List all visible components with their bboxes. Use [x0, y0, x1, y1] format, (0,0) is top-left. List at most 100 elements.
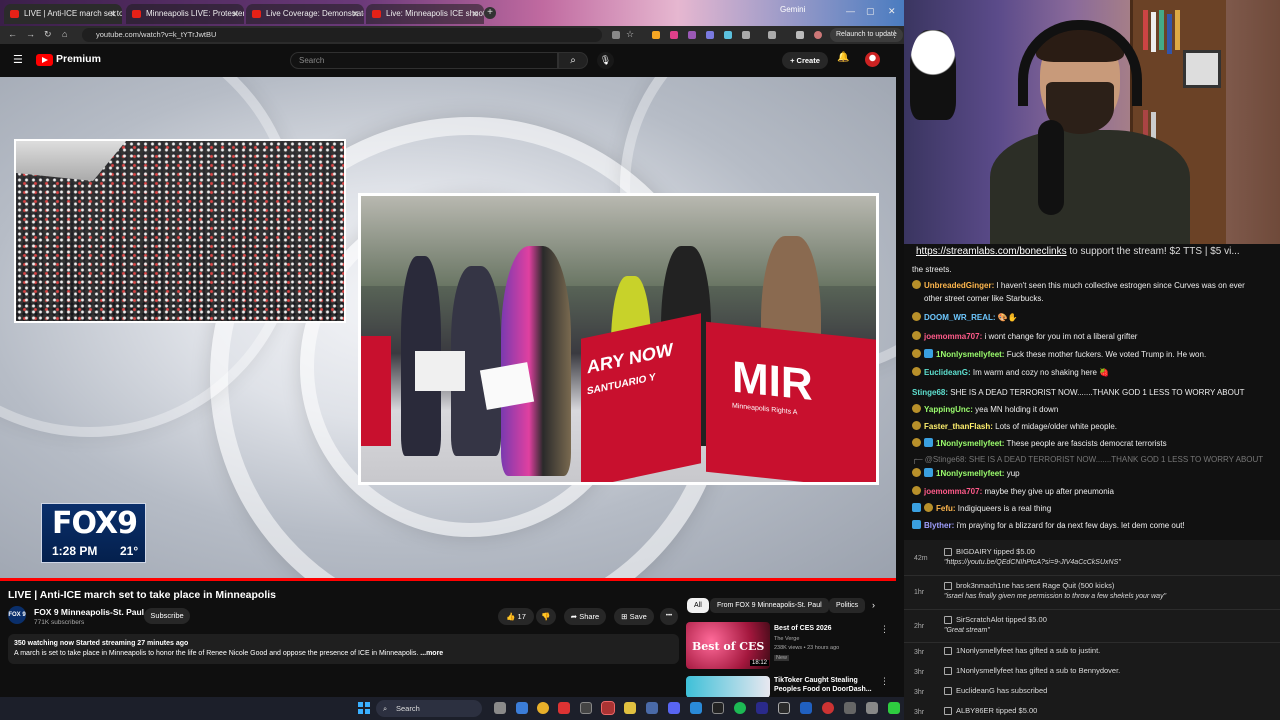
- share-button[interactable]: ➦ Share: [564, 608, 606, 625]
- app-icon[interactable]: [756, 702, 768, 714]
- recommendation-thumbnail[interactable]: [686, 676, 770, 697]
- more-actions-button[interactable]: •••: [660, 608, 678, 625]
- event-message: "Great stream": [944, 627, 990, 634]
- search-input[interactable]: Search: [290, 52, 558, 69]
- app-icon[interactable]: [690, 702, 702, 714]
- notifications-bell-icon[interactable]: 🔔: [837, 52, 849, 63]
- extension-icon[interactable]: [612, 31, 620, 39]
- edge-icon[interactable]: [516, 702, 528, 714]
- more-options-icon[interactable]: ⋮: [880, 676, 889, 687]
- minimize-icon[interactable]: —: [846, 6, 855, 16]
- task-view-icon[interactable]: [494, 702, 506, 714]
- chat-user[interactable]: DOOM_WR_REAL:: [924, 313, 996, 322]
- dislike-button[interactable]: 👎: [536, 608, 556, 625]
- chat-user[interactable]: UnbreadedGinger:: [924, 281, 994, 290]
- chat-user[interactable]: 1Nonlysmellyfeet:: [936, 469, 1004, 478]
- back-icon[interactable]: ←: [8, 29, 17, 39]
- chip-all[interactable]: All: [687, 598, 709, 613]
- extension-icon[interactable]: [706, 31, 714, 39]
- close-tab-icon[interactable]: ✕: [109, 4, 117, 24]
- event-title: EuclideanG has subscribed: [956, 686, 1048, 695]
- close-tab-icon[interactable]: ✕: [351, 4, 359, 24]
- close-window-icon[interactable]: ✕: [888, 6, 896, 17]
- download-icon[interactable]: [796, 31, 804, 39]
- profile-avatar[interactable]: [814, 31, 822, 39]
- forward-icon[interactable]: →: [26, 29, 35, 39]
- event-row: 1hr brok3nmach1ne has sent Rage Quit (50…: [904, 579, 1280, 607]
- live-progress-bar[interactable]: [0, 578, 896, 581]
- chat-user[interactable]: YappingUnc:: [924, 405, 973, 414]
- chat-user[interactable]: joemomma707:: [924, 332, 982, 341]
- windows-start-icon[interactable]: [358, 702, 370, 714]
- extension-icon[interactable]: [688, 31, 696, 39]
- channel-name[interactable]: FOX 9 Minneapolis-St. Paul: [34, 607, 144, 617]
- close-tab-icon[interactable]: ✕: [471, 4, 479, 24]
- events-feed: 42m BIGDAIRY tipped $5.00 "https://youtu…: [904, 540, 1280, 720]
- recommendation-title[interactable]: TikToker Caught Stealing: [774, 676, 858, 685]
- more-options-icon[interactable]: ⋮: [880, 624, 889, 635]
- extension-icon[interactable]: [724, 31, 732, 39]
- chrome-icon[interactable]: [537, 702, 549, 714]
- url-field[interactable]: youtube.com/watch?v=k_tYTrJwtBU: [82, 28, 602, 42]
- chat-user[interactable]: Faster_thanFlash:: [924, 422, 993, 431]
- chat-user[interactable]: 1Nonlysmellyfeet:: [936, 439, 1004, 448]
- tab[interactable]: Live Coverage: Demonstrators ✕: [246, 4, 364, 24]
- active-app-icon[interactable]: [601, 701, 615, 715]
- chat-user[interactable]: Blyther:: [924, 521, 954, 530]
- home-icon[interactable]: ⌂: [62, 29, 67, 39]
- app-icon[interactable]: [558, 702, 570, 714]
- create-button[interactable]: + Create: [782, 52, 828, 69]
- tab[interactable]: Minneapolis LIVE: Protesters G✕: [126, 4, 244, 24]
- voice-search-button[interactable]: 🎙: [597, 52, 614, 69]
- show-more-link[interactable]: ...more: [420, 650, 443, 657]
- recommendation-title[interactable]: Best of CES 2026: [774, 624, 832, 633]
- gemini-tab-label[interactable]: Gemini: [780, 5, 805, 14]
- file-explorer-icon[interactable]: [624, 702, 636, 714]
- hamburger-menu-icon[interactable]: ☰: [13, 53, 23, 66]
- app-icon[interactable]: [712, 702, 724, 714]
- app-icon[interactable]: [778, 702, 790, 714]
- app-icon[interactable]: [800, 702, 812, 714]
- chat-user[interactable]: joemomma707:: [924, 487, 982, 496]
- maximize-icon[interactable]: ▢: [866, 6, 875, 17]
- chat-user[interactable]: EuclideanG:: [924, 368, 971, 377]
- spotify-icon[interactable]: [734, 702, 746, 714]
- close-tab-icon[interactable]: ✕: [231, 4, 239, 24]
- account-avatar[interactable]: [865, 52, 880, 67]
- app-icon[interactable]: [866, 702, 878, 714]
- app-icon[interactable]: [822, 702, 834, 714]
- like-button[interactable]: 👍 17: [498, 608, 534, 625]
- event-message: "israel has finally given me permission …: [944, 593, 1167, 600]
- bookmark-star-icon[interactable]: ☆: [626, 29, 634, 40]
- chip-channel[interactable]: From FOX 9 Minneapolis-St. Paul: [710, 598, 829, 613]
- app-icon[interactable]: [844, 702, 856, 714]
- save-button[interactable]: ⊞ Save: [614, 608, 654, 625]
- kebab-menu-icon[interactable]: ⋮: [890, 29, 899, 40]
- description-box[interactable]: 350 watching now Started streaming 27 mi…: [8, 634, 679, 664]
- sidepanel-icon[interactable]: [768, 31, 776, 39]
- tab[interactable]: Live: Minneapolis ICE shootin ✕: [366, 4, 484, 24]
- chat-user[interactable]: Fefu:: [936, 504, 956, 513]
- app-icon[interactable]: [646, 702, 658, 714]
- new-tab-button[interactable]: +: [484, 7, 496, 19]
- search-button[interactable]: ⌕: [558, 52, 588, 69]
- subscribe-button[interactable]: Subscribe: [144, 608, 190, 624]
- extension-icon[interactable]: [652, 31, 660, 39]
- chip-politics[interactable]: Politics: [829, 598, 865, 613]
- channel-avatar[interactable]: FOX 9: [8, 606, 26, 624]
- chat-text: the streets.: [912, 265, 952, 274]
- streamlabs-link[interactable]: https://streamlabs.com/boneclinks: [916, 246, 1067, 257]
- youtube-logo-icon[interactable]: [36, 54, 53, 66]
- chat-user[interactable]: Stinge68:: [912, 388, 948, 397]
- discord-icon[interactable]: [668, 702, 680, 714]
- video-player[interactable]: ARY NOW SANTUARIO Y MIR Minneapolis Rights…: [0, 77, 896, 581]
- obs-icon[interactable]: [580, 702, 592, 714]
- tab-active[interactable]: LIVE | Anti-ICE march set to ✕: [4, 4, 122, 24]
- chat-user[interactable]: 1Nonlysmellyfeet:: [936, 350, 1004, 359]
- app-icon[interactable]: [888, 702, 900, 714]
- puzzle-icon[interactable]: [742, 31, 750, 39]
- chevron-right-icon[interactable]: ›: [872, 600, 875, 610]
- extension-icon[interactable]: [670, 31, 678, 39]
- taskbar-search[interactable]: ⌕ Search: [376, 700, 482, 717]
- reload-icon[interactable]: ↻: [44, 29, 52, 40]
